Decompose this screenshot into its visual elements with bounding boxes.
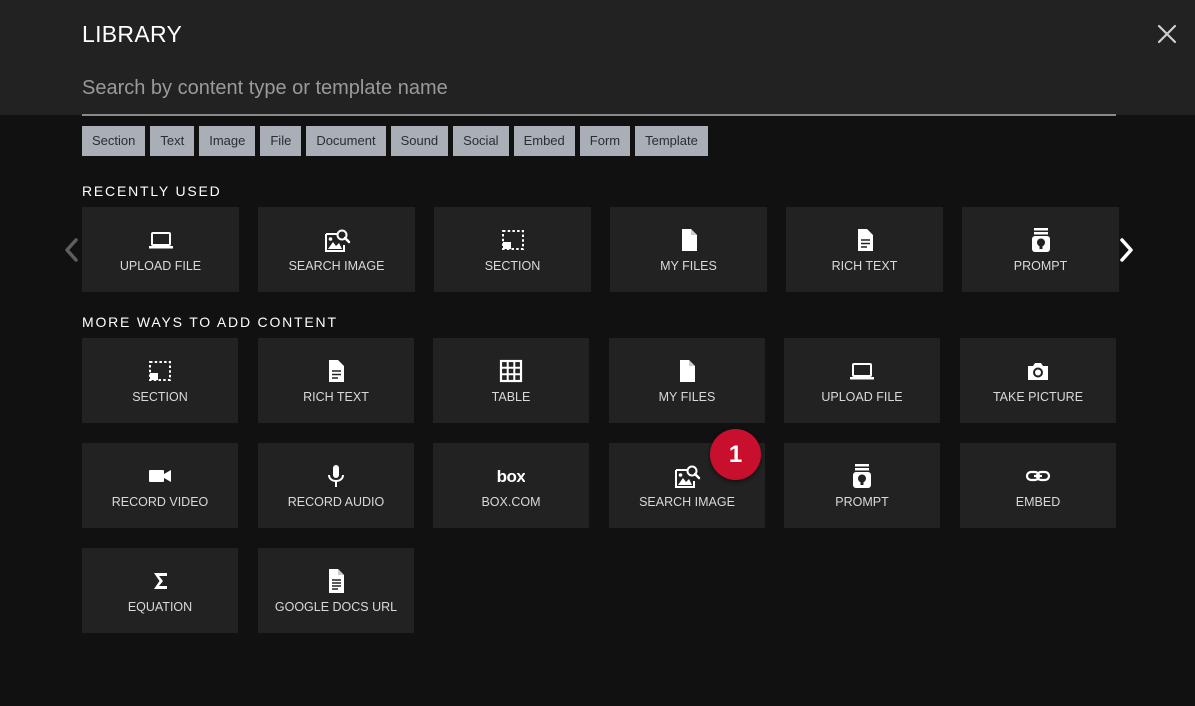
filter-chip-social[interactable]: Social	[453, 126, 509, 156]
image-search-icon	[675, 465, 701, 488]
filter-chip-sound[interactable]: Sound	[390, 126, 449, 156]
recent-my-files-tile[interactable]: MY FILES	[610, 207, 767, 292]
step-badge: 1	[710, 429, 761, 480]
link-icon	[1025, 470, 1051, 482]
tile-label: UPLOAD FILE	[821, 390, 903, 404]
sigma-icon	[154, 573, 167, 589]
tile-label: MY FILES	[658, 390, 716, 404]
tile-label: MY FILES	[660, 259, 717, 273]
recent-section-tile[interactable]: SECTION	[434, 207, 591, 292]
more-embed-tile[interactable]: EMBED	[960, 443, 1116, 528]
filter-chip-template[interactable]: Template	[635, 126, 708, 156]
tile-label: RICH TEXT	[831, 259, 898, 273]
recent-prompt-tile[interactable]: PROMPT	[962, 207, 1119, 292]
recently-used-heading: RECENTLY USED	[82, 183, 222, 199]
chevron-left-icon[interactable]	[60, 234, 84, 266]
more-table-tile[interactable]: TABLE	[433, 338, 589, 423]
video-camera-icon	[149, 470, 171, 482]
more-section-tile[interactable]: SECTION	[82, 338, 238, 423]
filter-chip-section[interactable]: Section	[82, 126, 146, 156]
box-logo-icon: box	[497, 467, 525, 486]
filter-chip-text[interactable]: Text	[150, 126, 195, 156]
tile-label: TAKE PICTURE	[992, 390, 1084, 404]
tile-label: TABLE	[491, 390, 531, 404]
table-icon	[499, 359, 523, 383]
filter-chip-form[interactable]: Form	[579, 126, 631, 156]
file-icon	[681, 229, 697, 251]
document-text-icon	[857, 229, 873, 251]
recent-rich-text-tile[interactable]: RICH TEXT	[786, 207, 943, 292]
more-google-docs-url-tile[interactable]: GOOGLE DOCS URL	[258, 548, 414, 633]
search-input[interactable]	[82, 70, 1116, 106]
tile-label: SEARCH IMAGE	[639, 495, 735, 509]
library-title: LIBRARY	[82, 21, 183, 47]
laptop-icon	[148, 232, 173, 249]
more-rich-text-tile[interactable]: RICH TEXT	[258, 338, 414, 423]
more-record-video-tile[interactable]: RECORD VIDEO	[82, 443, 238, 528]
tile-label: PROMPT	[835, 495, 889, 509]
tile-label: UPLOAD FILE	[119, 259, 202, 273]
more-ways-heading: MORE WAYS TO ADD CONTENT	[82, 314, 338, 330]
prompt-icon	[853, 464, 871, 488]
search-field[interactable]	[82, 70, 1116, 116]
file-icon	[680, 360, 695, 382]
svg-text:box: box	[497, 467, 525, 486]
tile-label: EQUATION	[127, 600, 193, 614]
more-my-files-tile[interactable]: MY FILES	[609, 338, 765, 423]
google-doc-icon	[329, 569, 344, 593]
tile-label: RECORD VIDEO	[111, 495, 209, 509]
tile-label: BOX.COM	[481, 495, 541, 509]
tile-label: PROMPT	[1013, 259, 1068, 273]
more-upload-file-tile[interactable]: UPLOAD FILE	[784, 338, 940, 423]
tile-label: RECORD AUDIO	[287, 495, 385, 509]
tile-label: RICH TEXT	[303, 390, 369, 404]
more-prompt-tile[interactable]: PROMPT	[784, 443, 940, 528]
tile-label: SECTION	[132, 390, 188, 404]
image-search-icon	[324, 229, 350, 252]
tile-label: SEARCH IMAGE	[288, 259, 385, 273]
microphone-icon	[328, 465, 344, 487]
prompt-icon	[1031, 228, 1050, 252]
filter-chip-image[interactable]: Image	[199, 126, 256, 156]
tile-label: EMBED	[1015, 495, 1061, 509]
filter-chips: Section Text Image File Document Sound Social E…	[82, 126, 713, 156]
tile-label: SECTION	[484, 259, 541, 273]
laptop-icon	[850, 363, 874, 380]
more-equation-tile[interactable]: EQUATION	[82, 548, 238, 633]
library-header: LIBRARY	[0, 0, 1195, 116]
more-record-audio-tile[interactable]: RECORD AUDIO	[258, 443, 414, 528]
more-box-com-tile[interactable]: box BOX.COM	[433, 443, 589, 528]
recent-upload-file-tile[interactable]: UPLOAD FILE	[82, 207, 239, 292]
camera-icon	[1028, 363, 1048, 380]
more-take-picture-tile[interactable]: TAKE PICTURE	[960, 338, 1116, 423]
filter-chip-embed[interactable]: Embed	[513, 126, 575, 156]
document-text-icon	[329, 360, 344, 382]
filter-chip-file[interactable]: File	[260, 126, 302, 156]
filter-chip-document[interactable]: Document	[306, 126, 386, 156]
tile-label: GOOGLE DOCS URL	[274, 600, 398, 614]
section-icon	[501, 230, 524, 250]
section-icon	[149, 361, 171, 381]
recent-search-image-tile[interactable]: SEARCH IMAGE	[258, 207, 415, 292]
close-icon[interactable]	[1155, 22, 1179, 46]
